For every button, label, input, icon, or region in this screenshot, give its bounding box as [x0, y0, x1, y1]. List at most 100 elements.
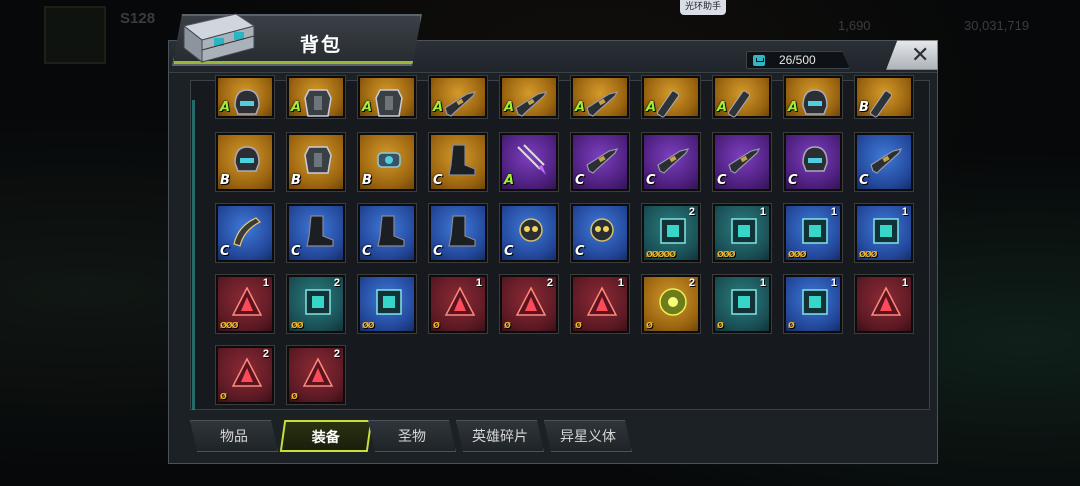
tab-alien-implants[interactable]: 异星义体 — [544, 420, 632, 452]
helmet-icon — [230, 86, 264, 120]
armor-icon — [301, 86, 335, 120]
crystal-icon — [230, 285, 264, 319]
inventory-item[interactable]: 2Ø — [215, 345, 275, 405]
item-count: 2 — [688, 277, 695, 289]
item-count: 1 — [475, 277, 482, 289]
inventory-item[interactable]: C — [641, 132, 701, 192]
tab-items[interactable]: 物品 — [190, 420, 278, 452]
socket-indicators: Ø — [504, 321, 511, 330]
inventory-item[interactable]: C — [712, 132, 772, 192]
item-count: 2 — [333, 277, 340, 289]
inventory-item[interactable]: A — [499, 75, 559, 119]
boot-icon — [443, 214, 477, 248]
grade-badge: C — [220, 244, 230, 259]
item-count: 1 — [262, 277, 269, 289]
socket-indicators: Ø — [646, 321, 653, 330]
grade-badge: C — [504, 244, 514, 259]
inventory-item[interactable]: 2 ØØ — [286, 274, 346, 334]
item-count: 1 — [617, 277, 624, 289]
crystal-icon — [869, 285, 903, 319]
inventory-item[interactable]: ØØ — [357, 274, 417, 334]
inventory-item[interactable]: C — [499, 203, 559, 263]
inventory-item[interactable]: 1Ø — [783, 274, 843, 334]
inventory-item[interactable]: B — [357, 132, 417, 192]
inventory-item[interactable]: B — [854, 75, 914, 120]
grade-badge: A — [291, 100, 302, 115]
inventory-item[interactable]: 1 — [854, 274, 914, 334]
grade-badge: C — [433, 173, 443, 188]
inventory-item[interactable]: 2 ØØØØØ — [641, 203, 701, 263]
inventory-item[interactable]: 2Ø — [286, 345, 346, 405]
page-title: 背包 — [300, 34, 343, 56]
inventory-item[interactable]: A — [570, 75, 630, 120]
grade-badge: B — [291, 173, 301, 188]
helmet-icon — [798, 86, 832, 120]
barrel-icon — [869, 86, 903, 120]
item-count: 1 — [830, 206, 837, 218]
inventory-item[interactable]: 1 ØØØ — [215, 274, 275, 334]
socket-indicators: Ø — [433, 321, 440, 330]
socket-indicators: ØØØØØ — [646, 250, 676, 259]
socket-indicators: ØØ — [291, 321, 304, 330]
inventory-item[interactable]: C — [428, 203, 488, 263]
rifle-icon — [443, 86, 477, 120]
skull-icon — [585, 214, 619, 248]
inventory-item[interactable]: A — [428, 75, 488, 120]
socket-indicators: Ø — [788, 321, 795, 330]
inventory-item[interactable]: C — [854, 132, 914, 192]
inventory-item[interactable]: C — [428, 132, 488, 192]
inventory-item[interactable]: A — [641, 75, 701, 119]
rifle-icon — [585, 143, 619, 177]
inventory-item[interactable]: A — [286, 75, 346, 120]
armor-icon — [301, 143, 335, 177]
crystal-icon — [301, 356, 335, 390]
inventory-item[interactable]: C — [570, 203, 630, 263]
chip-icon — [656, 214, 690, 248]
grade-badge: A — [504, 173, 515, 188]
socket-indicators: ØØ — [362, 321, 375, 330]
socket-indicators: Ø — [717, 321, 724, 330]
socket-indicators: Ø — [220, 392, 227, 401]
crystal-icon — [585, 285, 619, 319]
inventory-item[interactable]: 1 ØØØ — [712, 203, 772, 263]
inventory-item[interactable]: C — [357, 203, 417, 263]
tab-relics[interactable]: 圣物 — [368, 420, 456, 452]
inventory-item[interactable]: C — [570, 132, 630, 192]
armor-icon — [372, 86, 406, 120]
inventory-item[interactable]: 1 ØØØ — [854, 203, 914, 263]
inventory-item[interactable]: C — [286, 203, 346, 263]
inventory-item[interactable]: B — [215, 132, 275, 192]
boot-icon — [301, 214, 335, 248]
grade-badge: B — [362, 173, 372, 188]
inventory-item[interactable]: 1 ØØØ — [783, 203, 843, 263]
helper-button[interactable]: 光环助手 — [680, 0, 726, 15]
inventory-item[interactable]: 1Ø — [712, 274, 772, 334]
inventory-item[interactable]: 1Ø — [428, 274, 488, 334]
tab-equipment[interactable]: 装备 — [279, 420, 373, 452]
rifle-icon — [585, 86, 619, 120]
inventory-item[interactable]: B — [286, 132, 346, 192]
inventory-item[interactable]: A — [357, 75, 417, 120]
grade-badge: C — [433, 244, 443, 259]
inventory-item[interactable]: A — [215, 75, 275, 120]
inventory-item[interactable]: 2Ø — [499, 274, 559, 334]
rifle-icon — [656, 143, 690, 177]
grade-badge: A — [575, 100, 586, 115]
inventory-item[interactable]: 2Ø — [641, 274, 701, 334]
scrollbar[interactable] — [192, 100, 195, 410]
inventory-item[interactable]: 1Ø — [570, 274, 630, 334]
inventory-item[interactable]: A — [783, 75, 843, 120]
crystal-icon — [443, 285, 477, 319]
skull-icon — [514, 214, 548, 248]
inventory-item[interactable]: C — [215, 203, 275, 263]
item-count: 2 — [333, 348, 340, 360]
grade-badge: C — [859, 173, 869, 188]
inventory-item[interactable]: C — [783, 132, 843, 192]
inventory-item[interactable]: A — [712, 75, 772, 119]
grade-badge: C — [291, 244, 301, 259]
tab-hero-shards[interactable]: 英雄碎片 — [456, 420, 544, 452]
socket-indicators: ØØØ — [717, 250, 735, 259]
inventory-item[interactable]: A — [499, 132, 559, 192]
grade-badge: A — [362, 100, 373, 115]
chip-icon — [372, 285, 406, 319]
